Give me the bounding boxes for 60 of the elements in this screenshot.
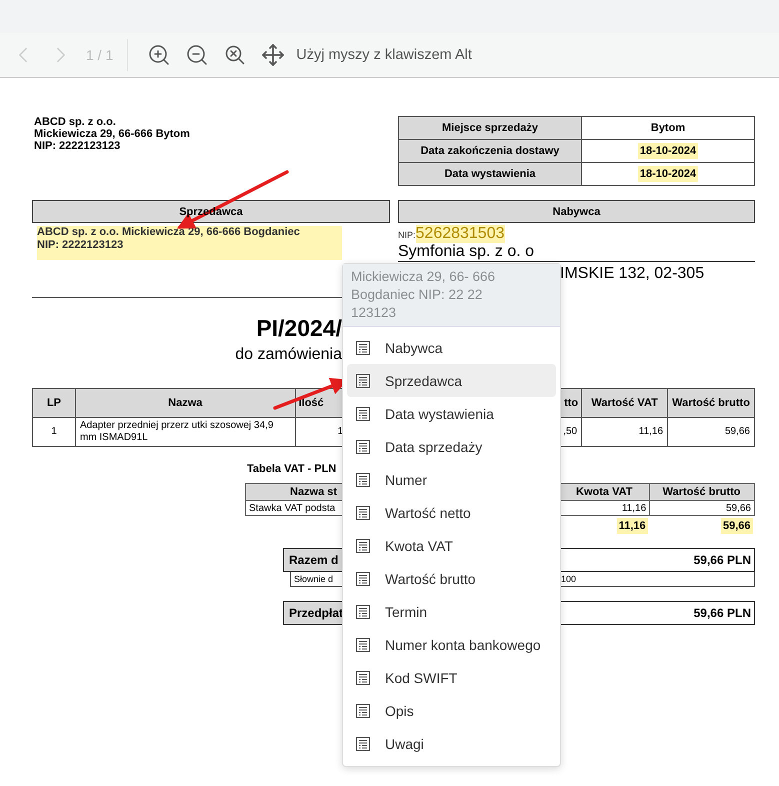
buyer-header: Nabywca bbox=[398, 200, 755, 223]
info-label: Data wystawienia bbox=[398, 162, 582, 186]
vat-table-title: Tabela VAT - PLN bbox=[247, 463, 338, 475]
column-header: Wartość brutto bbox=[668, 388, 754, 418]
info-label: Miejsce sprzedaży bbox=[398, 116, 582, 140]
list-icon bbox=[355, 438, 371, 454]
menu-header: Mickiewicza 29, 66- 666 Bogdaniec NIP: 22 22 123123 bbox=[343, 264, 560, 327]
list-icon bbox=[355, 702, 371, 718]
info-value: 18-10-2024 bbox=[638, 143, 698, 159]
list-icon bbox=[355, 504, 371, 520]
zoom-in-icon bbox=[147, 43, 172, 67]
list-icon bbox=[355, 538, 371, 554]
nip-label: NIP: bbox=[398, 230, 416, 240]
table-cell: 59,66 bbox=[668, 418, 754, 446]
list-icon bbox=[355, 372, 371, 388]
seller-details: ABCD sp. z o.o. Mickiewicza 29, 66-666 Bogdaniec NIP: 2222123123 bbox=[37, 226, 342, 260]
list-icon bbox=[355, 636, 371, 652]
menu-item[interactable]: Kod SWIFT bbox=[347, 661, 556, 694]
buyer-address: IMSKIE 132, 02-305 bbox=[560, 265, 704, 282]
list-icon bbox=[355, 736, 371, 752]
menu-item[interactable]: Numer konta bankowego bbox=[347, 628, 556, 661]
zoom-out-icon bbox=[185, 43, 210, 67]
list-icon bbox=[355, 570, 371, 586]
table-cell: 59,66 bbox=[650, 500, 754, 516]
info-label: Data zakończenia dostawy bbox=[398, 140, 582, 162]
info-value: Bytom bbox=[650, 121, 686, 136]
company-line: Mickiewicza 29, 66-666 Bytom bbox=[34, 128, 190, 140]
info-value: 18-10-2024 bbox=[638, 166, 698, 182]
column-header: Kwota VAT bbox=[560, 484, 650, 500]
company-line: ABCD sp. z o.o. bbox=[34, 116, 117, 128]
column-header: Wartość VAT bbox=[582, 388, 668, 418]
company-line: NIP: 2222123123 bbox=[34, 140, 122, 152]
buyer-name: Symfonia sp. z o. o bbox=[398, 243, 755, 262]
prepayment-value: 59,66 PLN bbox=[694, 606, 751, 620]
table-cell: Adapter przedniej przerz utki szosowej 34,9 mm ISMAD91L bbox=[75, 418, 296, 446]
list-icon bbox=[355, 670, 371, 686]
column-header: Nazwa bbox=[75, 388, 296, 418]
amount-in-words-label: Słownie d bbox=[294, 574, 334, 584]
menu-item[interactable]: Uwagi bbox=[347, 727, 556, 760]
column-header: LP bbox=[32, 388, 76, 418]
list-icon bbox=[355, 604, 371, 620]
menu-item[interactable]: Opis bbox=[347, 694, 556, 727]
move-arrows-icon bbox=[261, 43, 286, 67]
document-title: PI/2024/ bbox=[256, 315, 342, 341]
menu-item[interactable]: Sprzedawca bbox=[347, 364, 556, 397]
vat-total: 11,16 bbox=[616, 518, 648, 534]
amount-in-words: 100 bbox=[561, 574, 576, 584]
total-value: 59,66 PLN bbox=[694, 552, 751, 566]
buyer-nip: 5262831503 bbox=[416, 225, 504, 243]
page-counter: 1 / 1 bbox=[86, 47, 114, 63]
vat-total: 59,66 bbox=[720, 518, 752, 534]
table-cell: 1 bbox=[32, 418, 76, 446]
pan-hint: Użyj myszy z klawiszem Alt bbox=[296, 47, 472, 63]
document-subtitle: do zamówienia bbox=[235, 346, 342, 363]
menu-item[interactable]: Nabywca bbox=[347, 331, 556, 364]
list-icon bbox=[355, 472, 371, 488]
list-icon bbox=[355, 406, 371, 422]
list-icon bbox=[355, 340, 371, 356]
table-cell: 11,16 bbox=[582, 418, 668, 446]
column-header: Wartość brutto bbox=[650, 484, 754, 500]
